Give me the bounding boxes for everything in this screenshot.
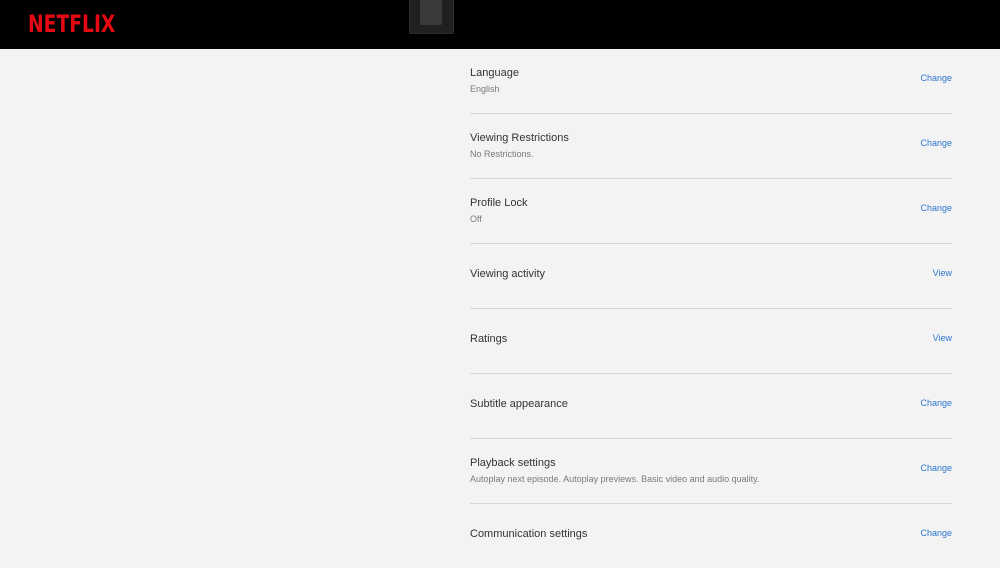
- change-playback-settings-link[interactable]: Change: [920, 463, 952, 473]
- setting-title: Viewing activity: [470, 268, 545, 280]
- settings-row-ratings: Ratings View: [470, 309, 952, 374]
- setting-title: Subtitle appearance: [470, 398, 568, 410]
- profile-settings-list: Language English Change Viewing Restrict…: [470, 49, 952, 568]
- settings-row-viewing-activity: Viewing activity View: [470, 244, 952, 309]
- setting-title: Playback settings: [470, 457, 556, 469]
- settings-row-language: Language English Change: [470, 49, 952, 114]
- change-language-link[interactable]: Change: [920, 73, 952, 83]
- top-header: NETFLIX: [0, 0, 1000, 49]
- change-viewing-restrictions-link[interactable]: Change: [920, 138, 952, 148]
- change-subtitle-appearance-link[interactable]: Change: [920, 398, 952, 408]
- settings-row-playback-settings: Playback settings Autoplay next episode.…: [470, 439, 952, 504]
- setting-value: Off: [470, 214, 482, 224]
- setting-title: Language: [470, 67, 519, 79]
- setting-value: No Restrictions.: [470, 149, 534, 159]
- setting-title: Ratings: [470, 333, 508, 345]
- profile-avatar: [409, 0, 454, 34]
- settings-row-communication-settings: Communication settings Change: [470, 504, 952, 568]
- view-ratings-link[interactable]: View: [933, 333, 952, 343]
- view-viewing-activity-link[interactable]: View: [933, 268, 952, 278]
- setting-title: Viewing Restrictions: [470, 132, 569, 144]
- setting-title: Communication settings: [470, 528, 588, 540]
- change-communication-settings-link[interactable]: Change: [920, 528, 952, 538]
- setting-value: Autoplay next episode. Autoplay previews…: [470, 474, 760, 484]
- netflix-logo[interactable]: NETFLIX: [28, 10, 115, 38]
- settings-row-subtitle-appearance: Subtitle appearance Change: [470, 374, 952, 439]
- settings-row-profile-lock: Profile Lock Off Change: [470, 179, 952, 244]
- setting-title: Profile Lock: [470, 197, 528, 209]
- setting-value: English: [470, 84, 500, 94]
- settings-row-viewing-restrictions: Viewing Restrictions No Restrictions. Ch…: [470, 114, 952, 179]
- change-profile-lock-link[interactable]: Change: [920, 203, 952, 213]
